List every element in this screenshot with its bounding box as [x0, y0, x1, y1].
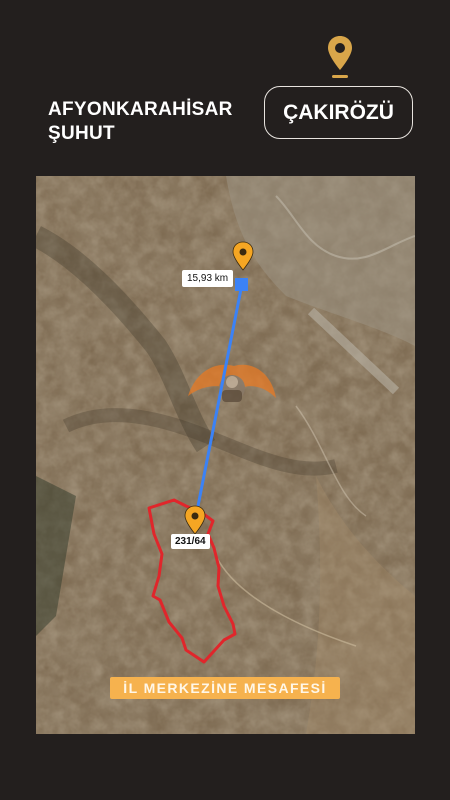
village-name: ÇAKIRÖZÜ	[283, 100, 394, 124]
satellite-map[interactable]: 15,93 km 231/64 İL MERKEZİNE MESAFESİ	[36, 176, 415, 734]
district-name: ŞUHUT	[48, 123, 115, 144]
watermark-logo	[188, 364, 276, 402]
location-pin-icon	[328, 36, 352, 78]
province-name: AFYONKARAHİSAR	[48, 99, 233, 120]
location-title: AFYONKARAHİSAR ŞUHUT	[48, 98, 233, 146]
village-name-badge: ÇAKIRÖZÜ	[264, 86, 413, 139]
distance-caption: İL MERKEZİNE MESAFESİ	[110, 677, 340, 699]
map-overlay	[147, 241, 276, 664]
city-marker-icon[interactable]	[232, 241, 254, 271]
parcel-marker-icon[interactable]	[184, 505, 206, 535]
parcel-number-label: 231/64	[171, 534, 210, 549]
city-center-point	[235, 278, 248, 291]
distance-label: 15,93 km	[182, 270, 234, 287]
